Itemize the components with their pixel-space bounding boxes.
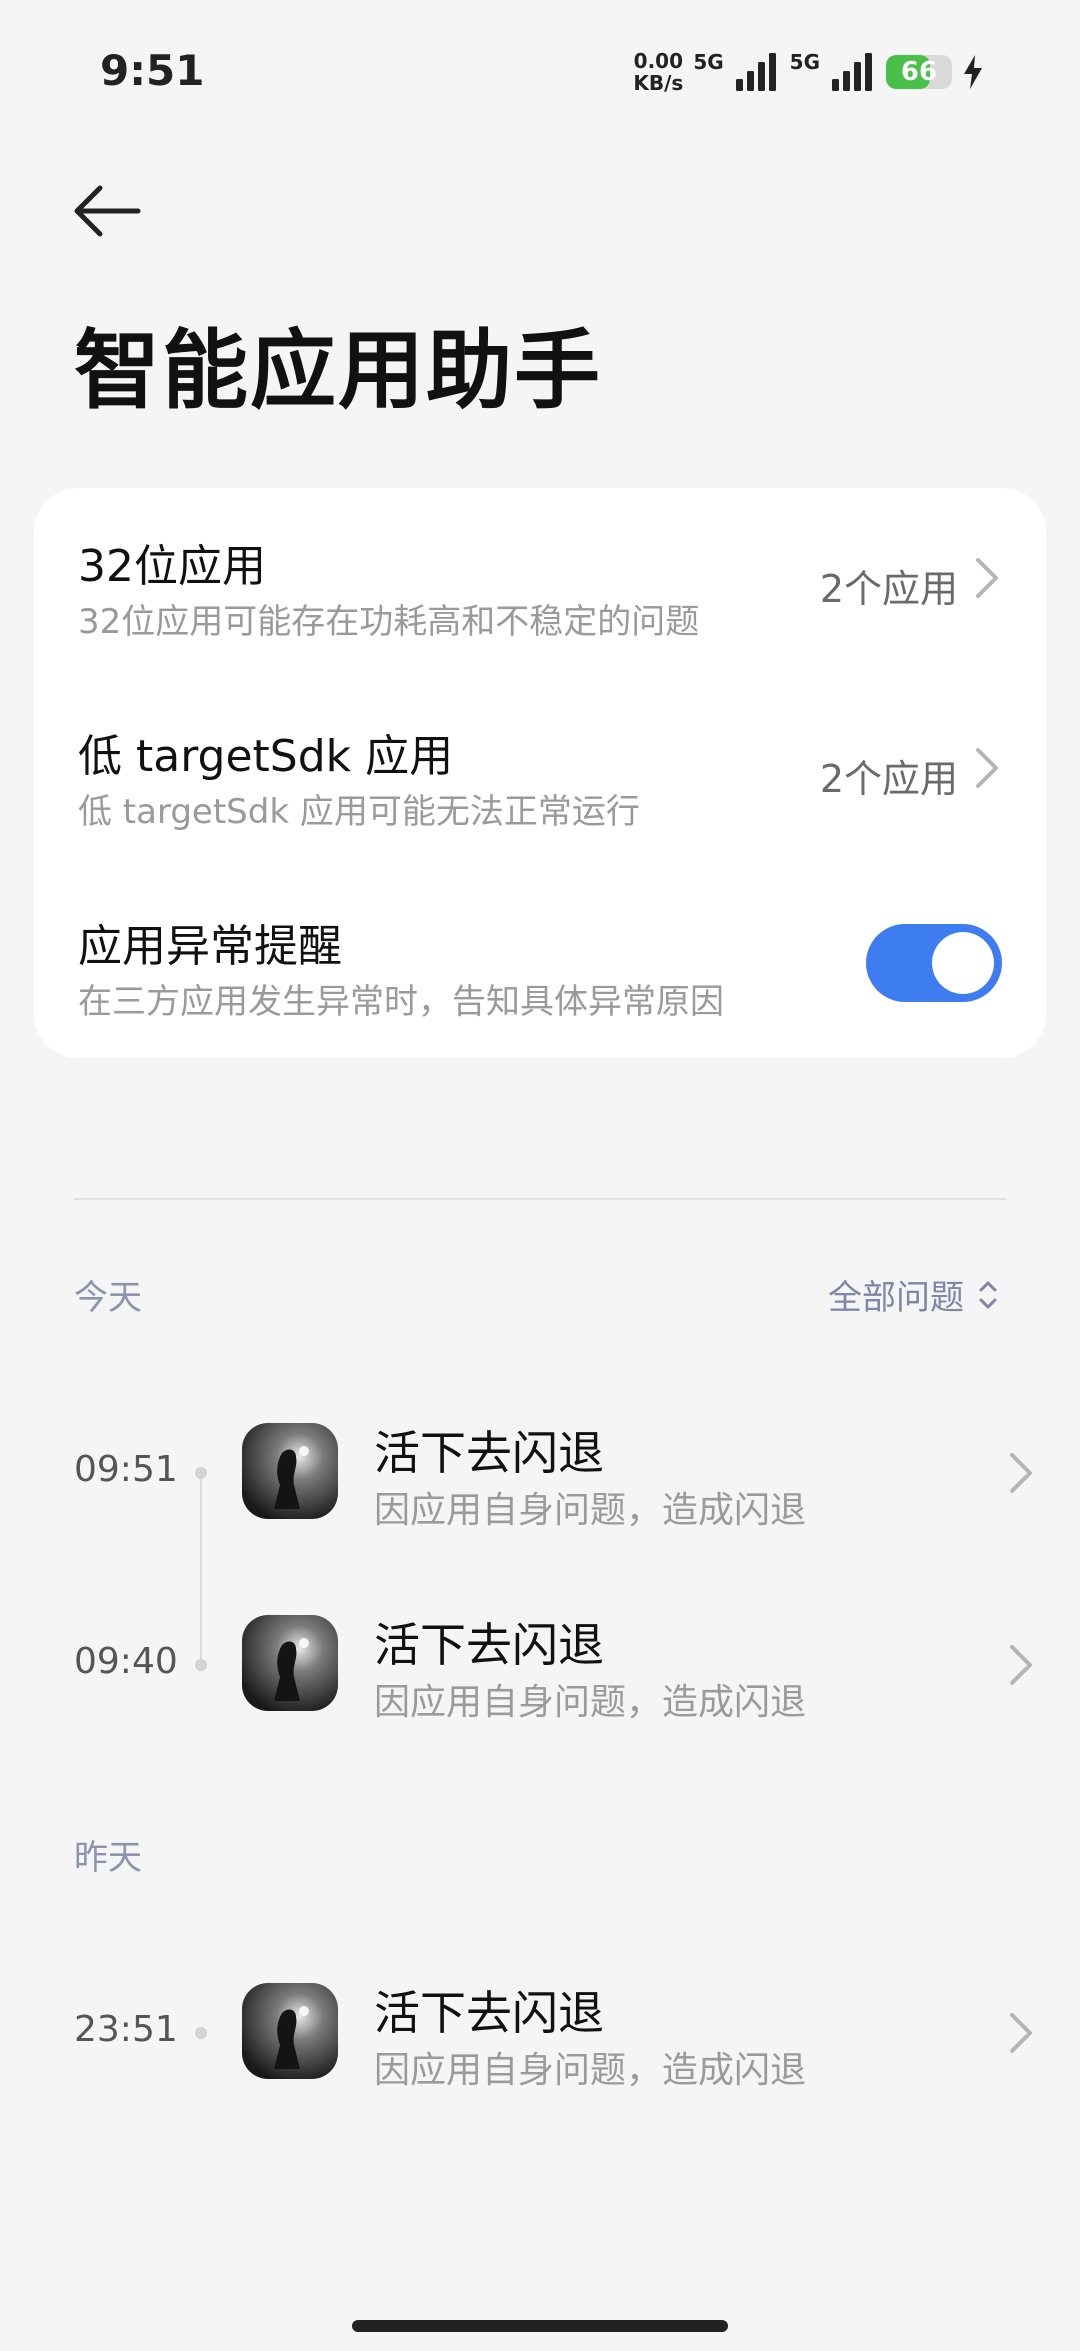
battery-icon: 66 <box>886 55 952 89</box>
item-time: 09:51 <box>74 1449 178 1490</box>
network-speed: 0.00 KB/s <box>633 50 683 94</box>
signal-icon <box>735 53 776 91</box>
setting-subtitle: 在三方应用发生异常时，告知具体异常原因 <box>78 982 724 1022</box>
setting-subtitle: 低 targetSdk 应用可能无法正常运行 <box>78 792 640 832</box>
list-item[interactable]: 09:40 活下去闪退 因应用自身问题，造成闪退 <box>0 1589 1080 1739</box>
network-type-2: 5G <box>789 50 820 74</box>
network-speed-value: 0.00 <box>633 49 684 73</box>
filter-label: 全部问题 <box>828 1278 964 1318</box>
timeline-dot <box>195 1659 207 1671</box>
setting-title: 32位应用 <box>78 541 266 592</box>
setting-value: 2个应用 <box>819 567 958 611</box>
home-indicator[interactable] <box>352 2320 728 2332</box>
app-icon <box>242 1615 338 1711</box>
filter-dropdown[interactable]: 全部问题 <box>828 1270 998 1319</box>
battery-level: 66 <box>900 57 938 87</box>
back-arrow-icon <box>74 185 141 237</box>
chevron-right-icon <box>1010 2013 1032 2053</box>
item-subtitle: 因应用自身问题，造成闪退 <box>374 1682 807 1723</box>
charging-icon <box>964 55 982 89</box>
setting-value: 2个应用 <box>819 757 958 801</box>
section-label-today: 今天 <box>74 1278 142 1318</box>
network-type-1: 5G <box>693 50 724 74</box>
chevron-right-icon <box>1010 1453 1032 1493</box>
settings-card: 32位应用 32位应用可能存在功耗高和不稳定的问题 2个应用 低 targetS… <box>34 488 1046 1058</box>
setting-row-low-targetsdk[interactable]: 低 targetSdk 应用 低 targetSdk 应用可能无法正常运行 2个… <box>34 678 1046 868</box>
item-subtitle: 因应用自身问题，造成闪退 <box>374 2050 807 2091</box>
app-icon <box>242 1983 338 2079</box>
setting-title: 低 targetSdk 应用 <box>78 731 454 782</box>
page-title: 智能应用助手 <box>74 321 602 421</box>
item-title: 活下去闪退 <box>374 1986 604 2040</box>
chevron-right-icon <box>976 558 998 598</box>
chevron-right-icon <box>976 748 998 788</box>
item-time: 09:40 <box>74 1641 178 1682</box>
timeline-dot <box>195 2027 207 2039</box>
setting-subtitle: 32位应用可能存在功耗高和不稳定的问题 <box>78 602 700 642</box>
status-bar: 9:51 0.00 KB/s 5G 5G 66 <box>0 0 1080 140</box>
setting-row-exception-alert: 应用异常提醒 在三方应用发生异常时，告知具体异常原因 <box>34 868 1046 1058</box>
signal-icon-2 <box>832 53 872 91</box>
setting-row-32bit[interactable]: 32位应用 32位应用可能存在功耗高和不稳定的问题 2个应用 <box>34 488 1046 678</box>
status-time: 9:51 <box>100 46 205 95</box>
divider <box>74 1198 1006 1200</box>
setting-title: 应用异常提醒 <box>78 921 342 972</box>
list-item[interactable]: 23:51 活下去闪退 因应用自身问题，造成闪退 <box>0 1957 1080 2107</box>
network-speed-unit: KB/s <box>633 71 684 95</box>
exception-alert-toggle[interactable] <box>866 924 1002 1002</box>
status-icons: 0.00 KB/s 5G 5G 66 <box>633 50 984 94</box>
list-item[interactable]: 09:51 活下去闪退 因应用自身问题，造成闪退 <box>0 1397 1080 1547</box>
timeline-dot <box>195 1467 207 1479</box>
sort-updown-icon <box>979 1281 997 1308</box>
item-time: 23:51 <box>74 2009 178 2050</box>
toggle-knob <box>932 932 994 994</box>
section-label-yesterday: 昨天 <box>74 1838 142 1878</box>
back-button[interactable] <box>68 176 148 246</box>
item-title: 活下去闪退 <box>374 1618 604 1672</box>
item-title: 活下去闪退 <box>374 1426 604 1480</box>
app-icon <box>242 1423 338 1519</box>
item-subtitle: 因应用自身问题，造成闪退 <box>374 1490 807 1531</box>
chevron-right-icon <box>1010 1645 1032 1685</box>
